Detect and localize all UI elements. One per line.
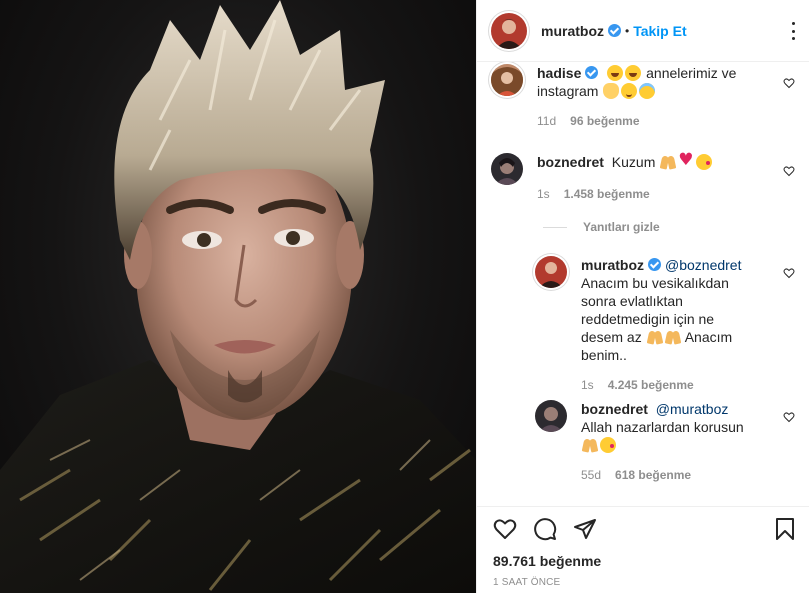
reply-item: muratboz @boznedret Anacım bu vesikalıkda… [535,256,751,394]
reply-body: boznedret @muratboz Allah nazarlardan ko… [581,400,771,484]
author-avatar[interactable] [491,12,527,49]
follow-button[interactable]: Takip Et [633,23,686,39]
comment-item: hadise annelerimiz ve instagram 11d 96 b… [491,64,767,130]
comment-username[interactable]: boznedret [537,154,604,170]
folded-hands-emoji-icon [660,154,676,170]
comment-likes[interactable]: 1.458 beğenme [564,185,650,203]
laughing-emoji-icon [607,65,624,81]
verified-badge-icon [608,24,621,37]
comment-meta: 1s 1.458 beğenme [537,185,713,203]
post-timestamp[interactable]: 1 SAAT ÖNCE [493,577,560,588]
comment-username[interactable]: hadise [537,65,581,81]
reply-avatar[interactable] [535,400,567,432]
red-heart-emoji-icon [678,151,694,170]
comment-like-heart-icon[interactable] [783,165,795,177]
verified-badge-icon [648,258,661,271]
reply-likes[interactable]: 4.245 beğenme [608,376,694,394]
reply-likes[interactable]: 618 beğenme [615,466,691,484]
comment-like-heart-icon[interactable] [783,77,795,89]
heart-icon[interactable] [493,517,517,541]
kissing-face-emoji-icon [600,437,616,453]
portrait-image [0,0,476,593]
comment-age[interactable]: 1s [537,185,550,203]
reply-text-tail: Anacım [684,329,733,345]
reply-text-line: benim.. [581,347,627,363]
reply-meta: 55d 618 beğenme [581,466,771,484]
bookmark-icon[interactable] [773,517,797,541]
kissing-face-emoji-icon [696,154,713,170]
comment-body: boznedret Kuzum 1s 1.458 beğenme [537,151,713,203]
reply-age[interactable]: 1s [581,376,594,394]
hide-replies-button[interactable]: Yanıtları gizle [543,220,660,234]
reply-like-heart-icon[interactable] [783,267,795,279]
comment-text: Kuzum [611,154,656,170]
commenter-avatar[interactable] [491,64,523,96]
instagram-post: muratboz • Takip Et hadise annelerimiz v… [0,0,809,593]
comment-body: hadise annelerimiz ve instagram 11d 96 b… [537,64,767,130]
replies-divider-line [543,226,567,228]
laughing-emoji-icon [625,65,642,81]
comment-text: annelerimiz ve [646,65,737,81]
comment-icon[interactable] [533,517,557,541]
verified-badge-icon [585,66,599,79]
reply-text-line: reddetmedigin için ne [581,311,715,327]
comment-meta: 11d 96 beğenme [537,112,767,130]
commenter-avatar[interactable] [491,153,523,185]
reply-mention[interactable]: @muratboz [656,401,729,417]
folded-hands-emoji-icon [665,329,681,345]
reply-text-line: sonra evlatlıktan [581,293,683,309]
waving-hand-emoji-icon [603,83,620,99]
reply-age[interactable]: 55d [581,466,601,484]
separator-dot: • [625,23,630,38]
post-likes-count[interactable]: 89.761 beğenme [493,553,601,569]
reply-like-heart-icon[interactable] [783,411,795,423]
reply-username[interactable]: boznedret [581,401,648,417]
author-username[interactable]: muratboz [541,23,604,39]
reply-text-line: Allah nazarlardan korusun [581,419,744,435]
reply-text-line: desem az [581,329,642,345]
post-actions: 89.761 beğenme 1 SAAT ÖNCE [477,506,809,593]
folded-hands-emoji-icon [647,329,663,345]
hide-replies-label: Yanıtları gizle [583,220,660,234]
paper-plane-icon[interactable] [573,517,597,541]
reply-mention[interactable]: @boznedret [665,257,741,273]
post-side-panel: muratboz • Takip Et hadise annelerimiz v… [476,0,809,593]
folded-hands-emoji-icon [582,437,598,453]
comment-age[interactable]: 11d [537,112,556,130]
comment-text: instagram [537,83,599,99]
smiling-halo-emoji-icon [639,83,656,99]
reply-meta: 1s 4.245 beğenme [581,376,751,394]
reply-username[interactable]: muratboz [581,257,644,273]
comments-list[interactable]: hadise annelerimiz ve instagram 11d 96 b… [477,62,809,506]
hugging-emoji-icon [621,83,638,99]
more-options-icon[interactable] [792,22,796,40]
reply-body: muratboz @boznedret Anacım bu vesikalıkda… [581,256,751,394]
reply-item: boznedret @muratboz Allah nazarlardan ko… [535,400,771,484]
reply-text-line: Anacım bu vesikalıkdan [581,275,729,291]
post-photo[interactable] [0,0,476,593]
comment-item: boznedret Kuzum 1s 1.458 beğenme [491,151,713,203]
post-header: muratboz • Takip Et [477,0,809,62]
reply-avatar[interactable] [535,256,567,288]
comment-likes[interactable]: 96 beğenme [570,112,639,130]
